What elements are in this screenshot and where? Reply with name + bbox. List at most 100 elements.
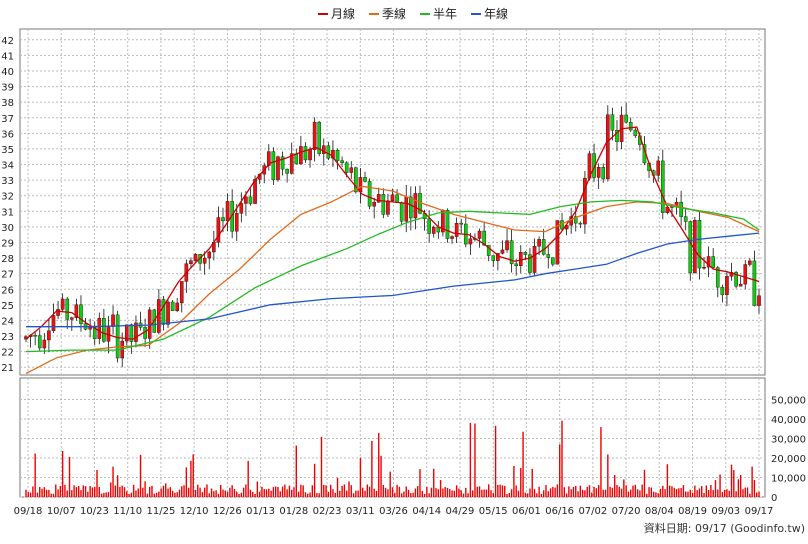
volume-bar bbox=[316, 493, 318, 497]
candle-body bbox=[372, 202, 376, 207]
volume-bar bbox=[236, 491, 238, 497]
volume-bar bbox=[668, 485, 671, 497]
volume-bar bbox=[689, 489, 691, 497]
volume-bar bbox=[332, 489, 334, 497]
volume-bar bbox=[226, 491, 229, 497]
volume-bar bbox=[389, 471, 391, 497]
volume-bar bbox=[650, 487, 653, 497]
candle-body bbox=[399, 202, 404, 222]
volume-bar bbox=[742, 489, 744, 497]
volume-bar bbox=[584, 490, 586, 497]
volume-bar bbox=[268, 488, 270, 497]
candle-body bbox=[395, 194, 399, 203]
volume-bar bbox=[400, 493, 403, 497]
volume-bar bbox=[201, 492, 204, 497]
volume-bar bbox=[586, 486, 588, 497]
price-tick-label: 42 bbox=[1, 36, 14, 47]
volume-bar bbox=[488, 484, 490, 497]
volume-bar bbox=[611, 487, 614, 497]
volume-bar bbox=[520, 468, 522, 497]
volume-bar bbox=[559, 444, 561, 497]
volume-bar bbox=[552, 486, 554, 497]
volume-bar bbox=[325, 485, 327, 497]
chart-svg: 月線 季線 半年 年線 21 22 23 24 25 26 27 28 29 30 31 32 33 34 35 3… bbox=[0, 0, 808, 540]
volume-bar bbox=[66, 490, 68, 497]
candle-body bbox=[606, 114, 610, 180]
volume-bar bbox=[426, 486, 428, 497]
volume-bar bbox=[171, 490, 174, 497]
legend-label: 月線 bbox=[331, 6, 355, 21]
candle-body bbox=[546, 254, 551, 258]
candle-body bbox=[445, 210, 450, 239]
volume-bar bbox=[245, 484, 247, 497]
volume-bar bbox=[50, 493, 52, 497]
candle-body bbox=[367, 181, 372, 207]
volume-bar bbox=[217, 493, 220, 497]
volume-bar bbox=[723, 489, 726, 497]
candle-body bbox=[693, 220, 697, 274]
candle-body bbox=[596, 167, 601, 178]
candle-body bbox=[683, 216, 688, 222]
candle-body bbox=[179, 281, 184, 304]
candle-body bbox=[720, 286, 725, 295]
volume-bar bbox=[705, 485, 708, 497]
volume-bar bbox=[547, 491, 549, 497]
volume-bar bbox=[309, 492, 311, 497]
volume-bar bbox=[281, 486, 284, 497]
volume-bar bbox=[751, 466, 753, 497]
volume-bar bbox=[229, 487, 231, 497]
volume-bar bbox=[671, 486, 673, 497]
volume-bar bbox=[368, 486, 371, 497]
candle-body bbox=[312, 121, 317, 150]
candle-body bbox=[216, 217, 221, 243]
price-tick-label: 39 bbox=[1, 83, 14, 94]
volume-bar bbox=[540, 493, 543, 497]
volume-bar bbox=[137, 488, 139, 497]
legend-label: 半年 bbox=[433, 7, 457, 21]
candle-body bbox=[225, 201, 230, 222]
volume-bar bbox=[433, 468, 435, 497]
volume-bar bbox=[666, 464, 669, 497]
candle-body bbox=[450, 236, 454, 239]
candle-body bbox=[358, 177, 363, 193]
price-tick-label: 27 bbox=[1, 270, 14, 281]
volume-bar bbox=[382, 484, 385, 497]
candle-body bbox=[628, 122, 633, 131]
volume-bar bbox=[412, 492, 414, 497]
volume-bar bbox=[595, 488, 598, 497]
volume-bar bbox=[476, 486, 478, 497]
candle-body bbox=[656, 160, 661, 176]
volume-bar bbox=[144, 481, 146, 497]
volume-bar bbox=[556, 484, 559, 497]
volume-bar bbox=[405, 486, 407, 497]
volume-bar bbox=[77, 485, 80, 497]
volume-bar bbox=[247, 460, 249, 497]
price-tick-label: 36 bbox=[1, 129, 14, 140]
candle-body bbox=[51, 315, 56, 331]
volume-bar bbox=[165, 483, 167, 497]
volume-bar bbox=[371, 440, 373, 497]
date-tick-label: 10/23 bbox=[80, 506, 109, 517]
candle-body bbox=[271, 151, 276, 180]
volume-bar bbox=[359, 457, 362, 497]
volume-bar bbox=[694, 485, 696, 497]
volume-bar bbox=[728, 490, 730, 497]
volume-bar bbox=[304, 492, 307, 497]
chart-background bbox=[0, 0, 808, 540]
candle-body bbox=[161, 299, 166, 325]
candle-body bbox=[518, 252, 523, 266]
volume-bar bbox=[213, 491, 215, 497]
volume-bar bbox=[673, 487, 675, 497]
volume-bar bbox=[501, 485, 504, 497]
volume-bar bbox=[508, 492, 511, 497]
volume-bar bbox=[183, 485, 185, 497]
candle-body bbox=[202, 257, 207, 264]
volume-bar bbox=[39, 486, 41, 497]
date-tick-label: 05/15 bbox=[479, 506, 508, 517]
volume-bar bbox=[288, 485, 291, 497]
candle-body bbox=[56, 309, 60, 316]
stock-chart: 月線 季線 半年 年線 21 22 23 24 25 26 27 28 29 30 31 32 33 34 35 3… bbox=[0, 0, 808, 540]
legend-label: 年線 bbox=[484, 6, 508, 21]
volume-bar bbox=[515, 485, 517, 497]
volume-bar bbox=[123, 487, 126, 497]
